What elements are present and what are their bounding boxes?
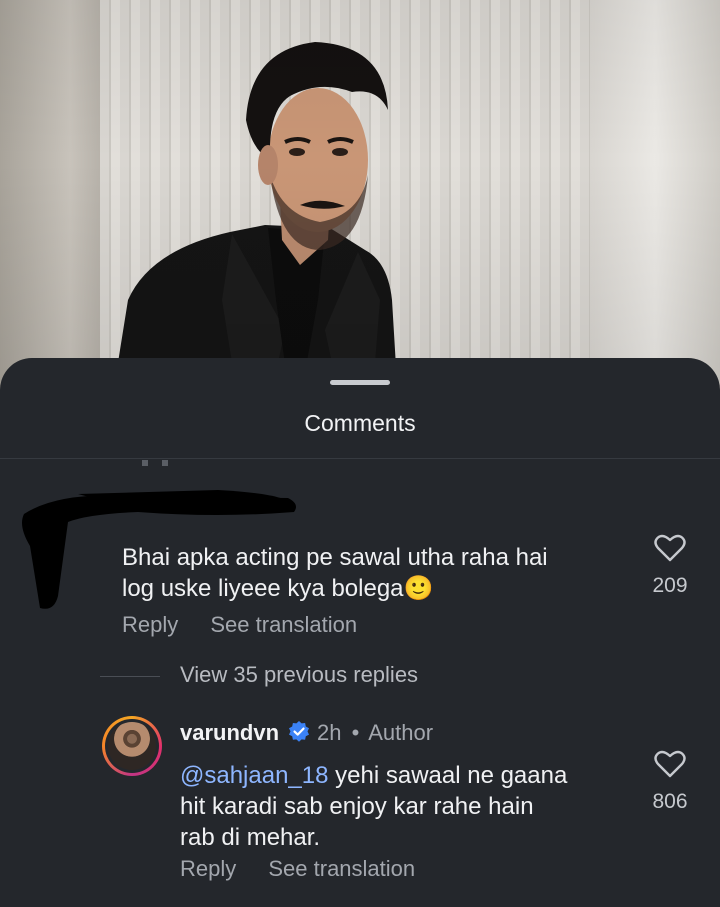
like-button[interactable]: 209	[650, 534, 690, 598]
timestamp: 2h	[317, 720, 342, 745]
sheet-title: Comments	[304, 410, 416, 436]
separator-dot: •	[351, 720, 360, 745]
smile-emoji: 🙂	[403, 575, 434, 602]
sheet-drag-handle[interactable]	[330, 380, 390, 385]
reply-button[interactable]: Reply	[122, 612, 178, 637]
view-replies-link[interactable]: View 35 previous replies	[180, 662, 418, 688]
heart-outline-icon	[654, 534, 686, 562]
verified-badge-icon	[289, 721, 310, 742]
reply-actions: Reply See translation	[180, 856, 441, 882]
avatar[interactable]	[102, 716, 162, 776]
comments-sheet: Comments Bhai apka acting pe sawal utha …	[0, 358, 720, 907]
see-translation-button[interactable]: See translation	[210, 612, 357, 637]
photo-shade	[0, 0, 720, 400]
post-photo	[0, 0, 720, 400]
like-count: 209	[652, 574, 688, 597]
comment-text: Bhai apka acting pe sawal utha raha hai …	[122, 544, 548, 602]
mention-link[interactable]: @sahjaan_18	[180, 762, 328, 789]
reply-button[interactable]: Reply	[180, 856, 236, 881]
author-badge: Author	[368, 720, 434, 745]
username[interactable]: varundvn	[180, 720, 279, 745]
replies-divider	[100, 676, 160, 677]
like-count: 806	[652, 790, 688, 813]
avatar-image	[108, 722, 156, 770]
like-button[interactable]: 806	[650, 750, 690, 814]
sheet-divider	[0, 458, 720, 459]
scroll-fragment	[142, 460, 148, 466]
reply-text: @sahjaan_18 yehi sawaal ne gaana hit kar…	[180, 762, 568, 851]
heart-outline-icon	[654, 750, 686, 778]
scroll-fragment	[162, 460, 168, 466]
comment-actions: Reply See translation	[122, 612, 383, 638]
see-translation-button[interactable]: See translation	[268, 856, 415, 881]
reply-header: varundvn 2h • Author	[180, 720, 433, 746]
